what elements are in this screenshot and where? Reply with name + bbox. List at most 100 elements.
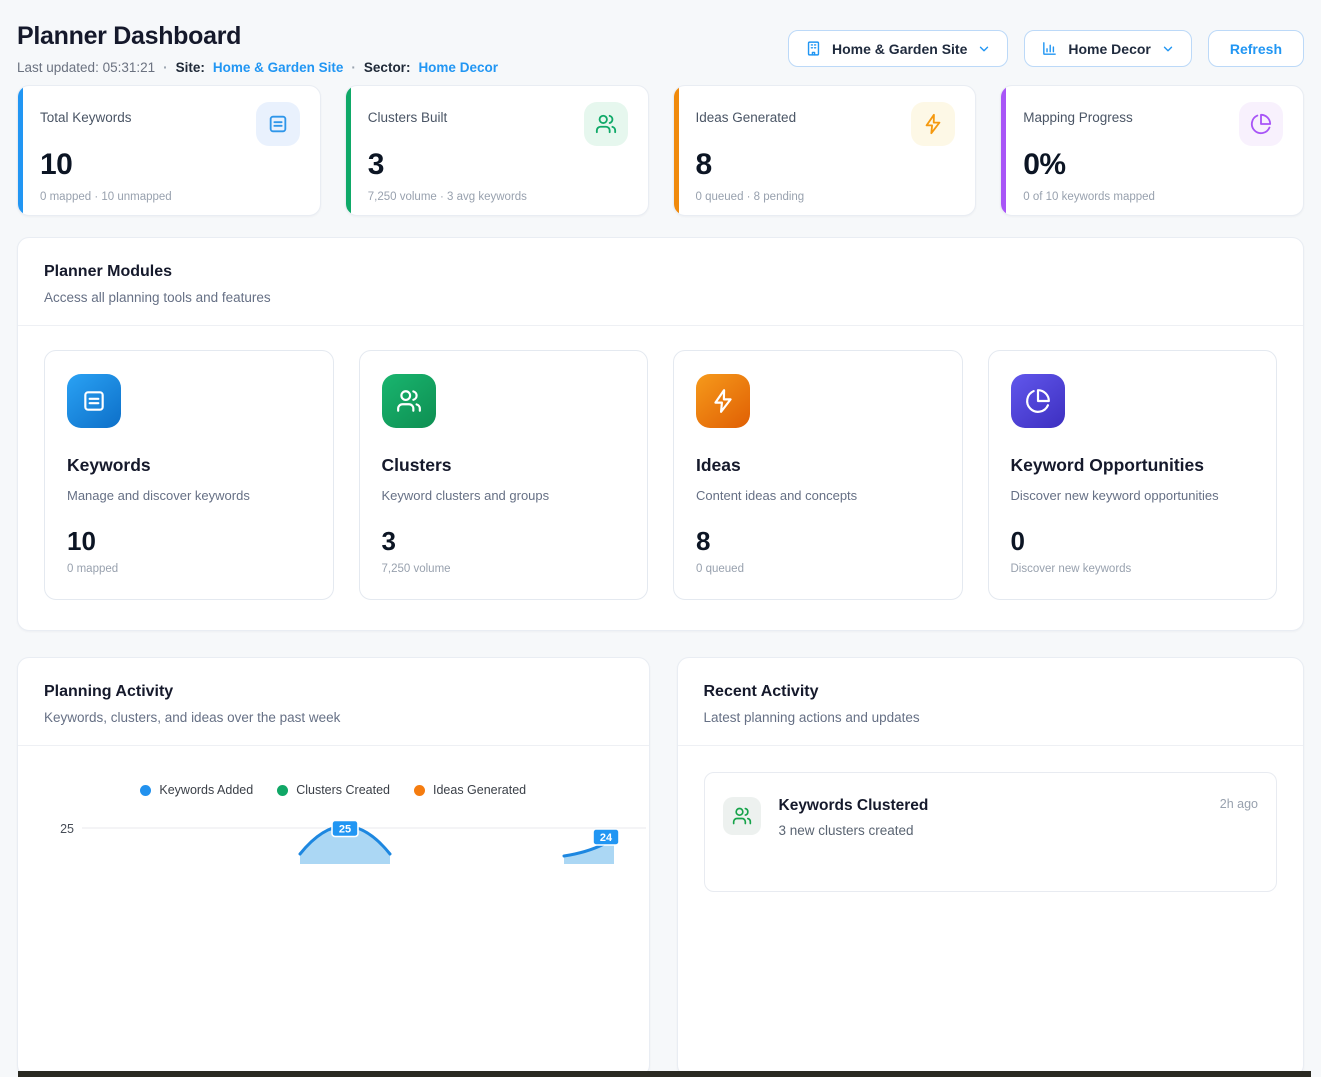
legend-dot [414,785,425,796]
bottom-row: Planning Activity Keywords, clusters, an… [17,657,1304,1077]
site-link[interactable]: Home & Garden Site [213,60,344,75]
y-axis-tick: 25 [60,822,74,836]
site-selector-dropdown[interactable]: Home & Garden Site [788,30,1008,67]
module-value: 3 [382,526,626,557]
svg-text:25: 25 [339,824,351,836]
activity-line-chart: 25 25 24 [44,808,646,864]
stat-card-ideas-generated: Ideas Generated 8 0 queued · 8 pending [673,85,977,216]
accent-bar [346,86,351,215]
sector-selector-label: Home Decor [1068,41,1150,57]
modules-grid: Keywords Manage and discover keywords 10… [18,325,1303,630]
topbar: Planner Dashboard Last updated: 05:31:21… [17,0,1304,75]
data-label-25: 25 [332,821,358,837]
stat-card-clusters-built: Clusters Built 3 7,250 volume · 3 avg ke… [345,85,649,216]
sector-selector-dropdown[interactable]: Home Decor [1024,30,1191,67]
activity-timestamp: 2h ago [1220,797,1258,811]
svg-text:24: 24 [600,832,613,844]
section-title: Planner Modules [44,263,1277,281]
module-value: 8 [696,526,940,557]
stat-sub: 0 of 10 keywords mapped [1023,191,1283,203]
legend-item-ideas-generated[interactable]: Ideas Generated [414,783,526,797]
module-sub: 7,250 volume [382,563,626,575]
sector-label: Sector: [364,60,411,75]
recent-activity-panel: Recent Activity Latest planning actions … [677,657,1305,1077]
module-value: 10 [67,526,311,557]
section-title: Recent Activity [704,683,1278,701]
accent-bar [18,86,23,215]
building-icon [805,40,822,57]
stat-label: Clusters Built [368,110,448,125]
stat-card-total-keywords: Total Keywords 10 0 mapped · 10 unmapped [17,85,321,216]
stat-card-mapping-progress: Mapping Progress 0% 0 of 10 keywords map… [1000,85,1304,216]
module-card-ideas[interactable]: Ideas Content ideas and concepts 8 0 que… [673,350,963,600]
activity-title: Keywords Clustered [779,797,929,815]
planner-modules-panel: Planner Modules Access all planning tool… [17,237,1304,631]
list-icon [256,102,300,146]
page-title: Planner Dashboard [17,22,498,51]
users-icon [382,374,436,428]
planning-activity-panel: Planning Activity Keywords, clusters, an… [17,657,650,1077]
module-sub: 0 queued [696,563,940,575]
pie-chart-icon [1011,374,1065,428]
module-description: Manage and discover keywords [67,488,311,503]
module-title: Clusters [382,455,626,476]
zap-icon [696,374,750,428]
stat-label: Mapping Progress [1023,110,1133,125]
stat-value: 0% [1023,148,1283,182]
site-label: Site: [176,60,205,75]
stat-sub: 0 mapped · 10 unmapped [40,191,300,203]
last-updated-text: Last updated: 05:31:21 [17,60,155,75]
site-selector-label: Home & Garden Site [832,41,967,57]
data-label-24: 24 [593,829,619,845]
legend-dot [277,785,288,796]
bar-chart-icon [1041,40,1058,57]
topbar-actions: Home & Garden Site Home Decor Refresh [788,30,1304,67]
chevron-down-icon [1161,42,1175,56]
module-description: Content ideas and concepts [696,488,940,503]
section-subtitle: Keywords, clusters, and ideas over the p… [44,710,623,725]
module-sub: 0 mapped [67,563,311,575]
users-icon [723,797,761,835]
dot-separator: · [163,60,168,75]
legend-dot [140,785,151,796]
module-card-keyword-opportunities[interactable]: Keyword Opportunities Discover new keywo… [988,350,1278,600]
activity-text: Keywords Clustered 2h ago 3 new clusters… [779,797,1259,867]
bottom-dark-bar [18,1071,1311,1077]
module-value: 0 [1011,526,1255,557]
meta-row: Last updated: 05:31:21 · Site: Home & Ga… [17,60,498,75]
zap-icon [911,102,955,146]
legend-item-keywords-added[interactable]: Keywords Added [140,783,253,797]
module-title: Ideas [696,455,940,476]
module-card-clusters[interactable]: Clusters Keyword clusters and groups 3 7… [359,350,649,600]
module-card-keywords[interactable]: Keywords Manage and discover keywords 10… [44,350,334,600]
stats-row: Total Keywords 10 0 mapped · 10 unmapped… [17,85,1304,216]
module-sub: Discover new keywords [1011,563,1255,575]
chart-area: Keywords Added Clusters Created Ideas Ge… [18,745,649,864]
chart-legend: Keywords Added Clusters Created Ideas Ge… [18,783,649,797]
legend-item-clusters-created[interactable]: Clusters Created [277,783,390,797]
stat-label: Ideas Generated [696,110,797,125]
topbar-left: Planner Dashboard Last updated: 05:31:21… [17,22,498,75]
legend-label: Keywords Added [159,783,253,797]
legend-label: Clusters Created [296,783,390,797]
stat-value: 10 [40,148,300,182]
section-title: Planning Activity [44,683,623,701]
sector-link[interactable]: Home Decor [418,60,498,75]
accent-bar [674,86,679,215]
dot-separator: · [351,60,356,75]
list-icon [67,374,121,428]
stat-label: Total Keywords [40,110,132,125]
stat-sub: 7,250 volume · 3 avg keywords [368,191,628,203]
section-subtitle: Access all planning tools and features [44,290,1277,305]
module-title: Keywords [67,455,311,476]
activity-item-keywords-clustered[interactable]: Keywords Clustered 2h ago 3 new clusters… [704,772,1278,892]
accent-bar [1001,86,1006,215]
users-icon [584,102,628,146]
legend-label: Ideas Generated [433,783,526,797]
refresh-button[interactable]: Refresh [1208,30,1304,67]
stat-value: 8 [696,148,956,182]
module-description: Keyword clusters and groups [382,488,626,503]
module-description: Discover new keyword opportunities [1011,488,1255,503]
planner-dashboard-page: Planner Dashboard Last updated: 05:31:21… [0,0,1321,1077]
activity-description: 3 new clusters created [779,823,1259,838]
